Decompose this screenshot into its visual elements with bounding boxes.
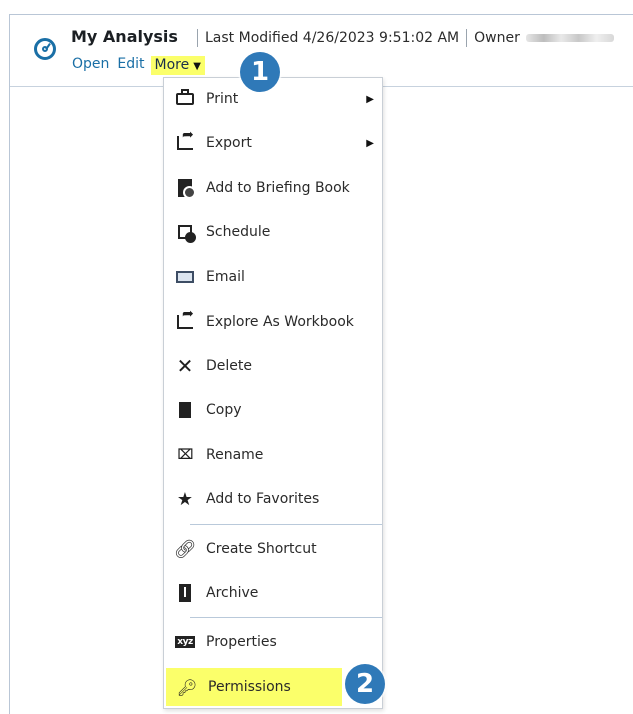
owner-value-redacted (525, 34, 614, 42)
menu-item-label: Add to Favorites (206, 491, 320, 507)
archive-icon (174, 583, 196, 603)
menu-item-label: Email (206, 269, 245, 285)
divider (466, 29, 468, 47)
step-badge-1: 1 (240, 52, 280, 92)
menu-item-email[interactable]: Email (164, 258, 382, 296)
menu-separator (190, 617, 382, 618)
menu-item-rename[interactable]: ⌧ Rename (164, 436, 382, 474)
shortcut-link-icon: 🔗︎ (173, 538, 197, 560)
edit-link[interactable]: Edit (117, 56, 144, 75)
menu-item-delete[interactable]: ✕ Delete (164, 347, 382, 385)
menu-item-label: Properties (206, 634, 277, 650)
menu-item-label: Archive (206, 585, 259, 601)
menu-item-label: Create Shortcut (206, 541, 317, 557)
menu-item-archive[interactable]: Archive (164, 574, 382, 612)
delete-x-icon: ✕ (176, 354, 194, 378)
menu-item-permissions[interactable]: 🔑︎ Permissions (166, 668, 342, 706)
menu-item-label: Schedule (206, 224, 271, 240)
more-menu-button[interactable]: More ▼ (150, 56, 205, 75)
menu-item-label: Delete (206, 358, 252, 374)
menu-item-export[interactable]: Export ▶ (164, 124, 382, 162)
menu-item-explore-as-workbook[interactable]: Explore As Workbook (164, 303, 382, 341)
menu-item-create-shortcut[interactable]: 🔗︎ Create Shortcut (164, 530, 382, 568)
copy-icon (174, 400, 196, 421)
printer-icon (174, 89, 196, 109)
favorites-star-icon: ★ (176, 488, 194, 510)
menu-item-copy[interactable]: Copy (164, 391, 382, 429)
email-icon (174, 267, 196, 287)
menu-item-add-to-favorites[interactable]: ★ Add to Favorites (164, 480, 382, 518)
rename-icon: ⌧ (177, 447, 193, 463)
more-dropdown-menu: Print ▶ Export ▶ Add to Briefing Book Sc… (163, 77, 383, 709)
owner-label: Owner (474, 30, 520, 46)
caret-down-icon: ▼ (193, 61, 201, 72)
step-badge-2: 2 (345, 664, 385, 704)
export-icon (174, 127, 196, 153)
more-label: More (154, 57, 190, 73)
page-title: My Analysis (71, 27, 178, 46)
permissions-key-icon: 🔑︎ (176, 677, 198, 697)
schedule-icon (174, 222, 196, 243)
menu-item-add-to-briefing-book[interactable]: Add to Briefing Book (164, 169, 382, 207)
submenu-arrow-icon: ▶ (366, 93, 374, 105)
menu-item-label: Explore As Workbook (206, 314, 354, 330)
menu-item-properties[interactable]: xyz Properties (164, 623, 382, 661)
submenu-arrow-icon: ▶ (366, 137, 374, 149)
menu-item-label: Print (206, 91, 239, 107)
menu-item-label: Export (206, 135, 252, 151)
properties-icon: xyz (175, 636, 195, 648)
briefing-book-icon (174, 178, 196, 199)
menu-item-label: Rename (206, 447, 264, 463)
menu-item-label: Copy (206, 402, 242, 418)
menu-item-label: Add to Briefing Book (206, 180, 350, 196)
menu-item-schedule[interactable]: Schedule (164, 213, 382, 251)
gauge-icon (34, 38, 56, 60)
menu-separator (190, 524, 382, 525)
divider (197, 29, 198, 47)
menu-item-label: Permissions (208, 679, 291, 695)
last-modified-text: Last Modified 4/26/2023 9:51:02 AM (205, 30, 460, 46)
action-links: Open Edit More ▼ (72, 56, 205, 75)
open-link[interactable]: Open (72, 56, 109, 75)
header-meta: Last Modified 4/26/2023 9:51:02 AM Owner (190, 29, 614, 47)
explore-workbook-icon (174, 306, 196, 332)
